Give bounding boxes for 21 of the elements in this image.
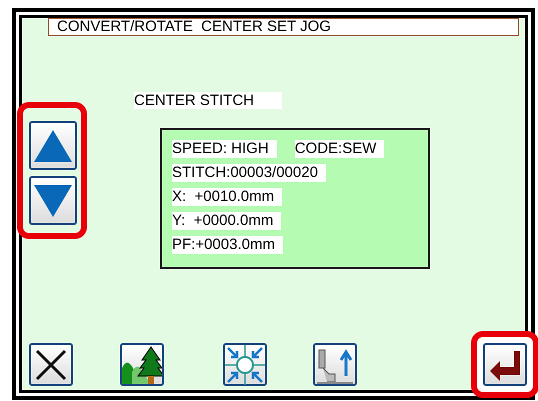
close-icon <box>35 348 67 380</box>
scenery-button[interactable] <box>120 343 164 386</box>
up-button[interactable] <box>29 121 77 170</box>
info-text: STITCH:00003/00020 <box>172 164 326 182</box>
down-button[interactable] <box>29 176 77 225</box>
info-text: PF:+0003.0mm <box>172 236 283 254</box>
info-text: CODE:SEW <box>294 140 384 158</box>
down-triangle-icon <box>33 184 73 218</box>
info-text: SPEED: HIGH <box>172 140 277 158</box>
info-text: Y: +0000.0mm <box>172 212 282 230</box>
enter-arrow-icon <box>488 348 522 380</box>
up-triangle-icon <box>33 128 73 162</box>
cancel-button[interactable] <box>29 343 73 386</box>
trees-icon <box>122 346 162 384</box>
center-target-icon <box>225 344 265 384</box>
info-text: X: +0010.0mm <box>172 188 282 206</box>
screen-title: CONVERT/ROTATE CENTER SET JOG <box>48 18 519 36</box>
center-button[interactable] <box>223 343 267 386</box>
center-stitch-label: CENTER STITCH <box>134 92 282 109</box>
enter-button[interactable] <box>483 343 527 386</box>
presser-button[interactable] <box>313 343 357 386</box>
